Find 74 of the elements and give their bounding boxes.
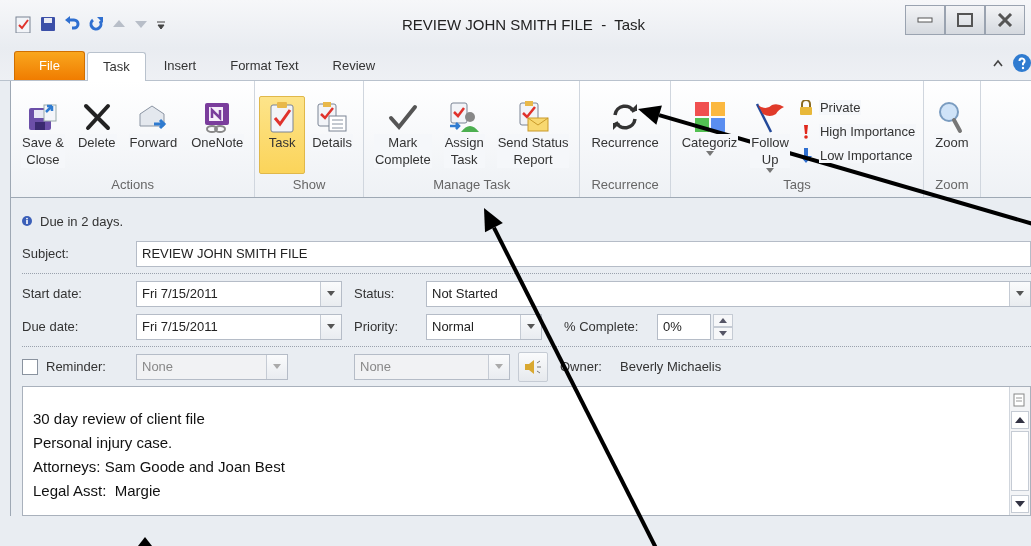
owner-name: Beverly Michaelis	[620, 359, 722, 374]
group-label: Manage Task	[432, 176, 512, 194]
ribbon-button[interactable]: Forward	[122, 96, 185, 174]
group-label: Show	[291, 176, 327, 194]
scroll-thumb[interactable]	[1011, 431, 1029, 491]
group-label: Actions	[110, 176, 155, 194]
lock-icon	[798, 100, 813, 115]
collapse-ribbon-icon[interactable]	[993, 59, 1003, 67]
info-icon	[22, 216, 32, 226]
field-label: Due date:	[22, 319, 80, 334]
caret-icon	[527, 324, 535, 329]
status-report-icon	[516, 100, 551, 134]
notes-field[interactable]: 30 day review of client file Personal injury case. Attorneys: Sam Goode and Joan Best Legal Asst: Margie	[22, 386, 1031, 516]
caret-icon	[495, 364, 503, 369]
subject-field[interactable]: REVIEW JOHN SMITH FILE	[136, 240, 1031, 267]
up-caret-icon	[719, 317, 727, 323]
field-label: % Complete:	[564, 319, 640, 334]
due-date-field[interactable]: Fri 7/15/2011	[136, 313, 342, 340]
ribbon-button[interactable]: Categoriz	[674, 96, 745, 174]
ribbon-button[interactable]: Details	[305, 96, 359, 174]
ribbon-tab[interactable]: Task	[86, 52, 146, 81]
close-icon	[997, 13, 1013, 27]
window-title: REVIEW JOHN SMITH FILE - Task	[401, 15, 647, 33]
save-icon[interactable]	[40, 16, 56, 32]
ribbon-button[interactable]: Mark Complete	[368, 96, 438, 174]
group-label: Zoom	[934, 176, 970, 194]
caret-icon	[273, 364, 281, 369]
ribbon-tab[interactable]: Review	[316, 51, 392, 80]
redo-icon[interactable]	[88, 16, 104, 32]
undo-icon[interactable]	[64, 16, 80, 32]
ribbon-button[interactable]: Send Status Report	[490, 96, 576, 174]
ribbon-button[interactable]: Delete	[70, 96, 123, 174]
ribbon-button[interactable]: OneNote	[184, 96, 251, 174]
ribbon-button[interactable]: Follow Up	[744, 96, 796, 174]
help-icon[interactable]	[1013, 54, 1031, 72]
caret-icon	[327, 324, 335, 329]
categorize-icon	[692, 100, 727, 134]
field-label: Priority:	[354, 319, 400, 334]
spin-up-button[interactable]	[713, 313, 733, 327]
scroll-down-button[interactable]	[1011, 495, 1029, 513]
field-label: Subject:	[22, 246, 70, 261]
ribbon-button[interactable]: Private	[795, 98, 920, 117]
close-button[interactable]	[985, 5, 1025, 35]
clipboard-check-icon[interactable]	[14, 15, 32, 33]
ribbon-button[interactable]: Zoom	[928, 96, 976, 174]
up-caret-icon	[1015, 417, 1025, 423]
ribbon-button[interactable]: Task	[259, 96, 306, 174]
scrollbar[interactable]	[1009, 387, 1030, 515]
caret-icon	[1016, 291, 1024, 296]
ribbon-button[interactable]: Assign Task	[437, 96, 491, 174]
info-text: Due in 2 days.	[40, 213, 124, 229]
pointer-arrow	[138, 537, 152, 546]
priority-field[interactable]: Normal	[426, 313, 542, 340]
field-label: Start date:	[22, 286, 83, 301]
assign-task-icon	[447, 100, 482, 134]
down-caret-icon	[1015, 501, 1025, 507]
field-label: Status:	[354, 286, 396, 301]
group-label: Tags	[782, 176, 812, 194]
ribbon-tab[interactable]: Insert	[147, 51, 213, 80]
start-date-field[interactable]: Fri 7/15/2011	[136, 280, 342, 307]
scroll-up-button[interactable]	[1011, 411, 1029, 429]
percent-complete-field[interactable]: 0%	[657, 313, 711, 340]
ribbon-button[interactable]: Save & Close	[15, 96, 71, 174]
down-caret-icon	[719, 330, 727, 336]
maximize-button[interactable]	[945, 5, 985, 35]
minimize-icon	[917, 17, 933, 23]
maximize-icon	[957, 13, 973, 27]
speaker-icon	[524, 358, 542, 375]
clipboard-list-icon	[315, 100, 350, 134]
caret-icon	[327, 291, 335, 296]
field-label: Reminder:	[46, 359, 107, 374]
group-label: Recurrence	[590, 176, 660, 194]
ribbon-tab[interactable]: Format Text	[214, 51, 315, 80]
status-field[interactable]: Not Started	[426, 280, 1031, 307]
